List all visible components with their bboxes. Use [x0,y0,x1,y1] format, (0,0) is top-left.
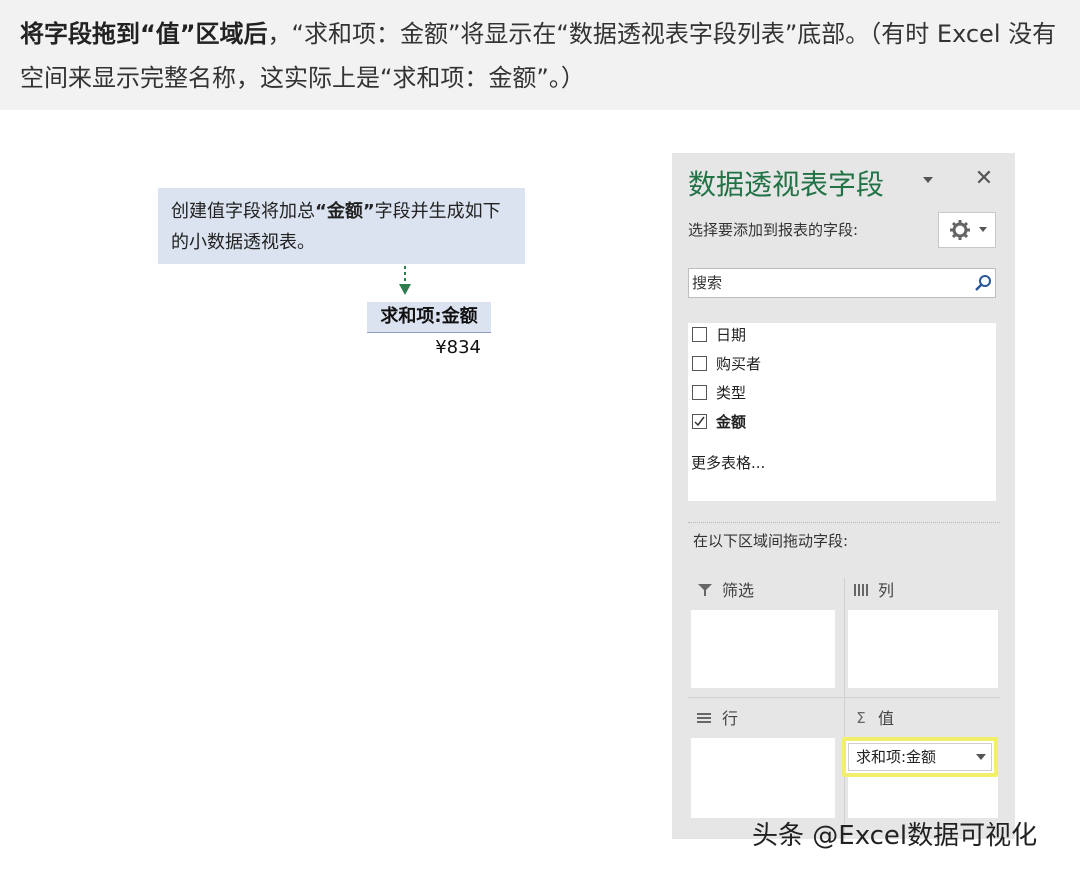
more-tables-link[interactable]: 更多表格... [691,451,765,475]
sigma-icon: Σ [856,708,866,727]
close-icon[interactable]: ✕ [974,167,994,191]
callout-text-before: 创建值字段将加总 [171,201,315,222]
watermark: 头条 @Excel数据可视化 [752,821,1038,851]
checkbox[interactable] [692,356,707,371]
search-box [688,268,996,298]
field-list: 日期 购买者 类型 金额 更多表格... [688,323,996,501]
columns-drop-zone[interactable] [848,610,998,688]
value-field-sum-amount[interactable]: 求和项:金额 [842,737,998,777]
area-divider-horizontal [688,697,1000,698]
search-input[interactable] [689,269,962,297]
rows-area-label: 行 [722,709,739,728]
field-label: 类型 [716,384,747,402]
columns-area-header: 列 [852,578,894,604]
search-icon[interactable] [974,274,992,292]
tools-button[interactable] [938,212,996,248]
columns-area-label: 列 [878,581,895,600]
instruction-text: 将字段拖到“值”区域后，“求和项：金额”将显示在“数据透视表字段列表”底部。（有… [20,12,1060,100]
callout-bold-word: “金额” [315,201,375,222]
filter-icon [698,583,712,596]
field-label: 日期 [716,326,747,344]
field-label: 购买者 [716,355,762,373]
field-label: 金额 [716,413,747,431]
chevron-down-icon[interactable] [921,173,935,187]
choose-fields-label: 选择要添加到报表的字段: [688,221,859,239]
values-area-label: 值 [878,709,895,728]
instruction-bold-lead: 将字段拖到“值”区域后 [20,20,268,48]
checkbox[interactable] [692,327,707,342]
callout-box: 创建值字段将加总“金额”字段并生成如下的小数据透视表。 [158,188,525,264]
chevron-down-icon[interactable] [976,754,986,761]
filters-area-header: 筛选 [696,578,754,604]
chevron-down-icon [979,227,987,232]
down-arrow-icon [399,266,411,295]
rows-area-header: 行 [696,706,738,732]
pivot-fields-pane: 数据透视表字段 ✕ 选择要添加到报表的字段: 日期 [672,153,1015,839]
divider [688,522,1000,523]
callout-text: 创建值字段将加总“金额”字段并生成如下的小数据透视表。 [171,196,516,258]
area-divider-vertical [844,578,845,838]
checkbox-checked[interactable] [692,414,707,429]
instruction-banner: 将字段拖到“值”区域后，“求和项：金额”将显示在“数据透视表字段列表”底部。（有… [0,0,1080,110]
drag-fields-label: 在以下区域间拖动字段: [693,532,849,550]
mini-pivot-header: 求和项:金额 [367,302,491,333]
field-item-amount[interactable]: 金额 [692,410,992,436]
rows-drop-zone[interactable] [691,738,835,818]
filters-area-label: 筛选 [722,581,755,600]
field-item-buyer[interactable]: 购买者 [692,352,992,378]
field-item-type[interactable]: 类型 [692,381,992,407]
columns-icon [854,583,868,596]
field-item-date[interactable]: 日期 [692,323,992,349]
gear-icon [950,220,970,240]
rows-icon [697,712,711,723]
value-field-label: 求和项:金额 [856,748,937,766]
values-area-header: Σ值 [852,706,894,732]
checkmark-icon [694,416,705,427]
filters-drop-zone[interactable] [691,610,835,688]
pane-title: 数据透视表字段 [688,168,885,201]
mini-pivot-value: ¥834 [435,337,481,358]
checkbox[interactable] [692,385,707,400]
